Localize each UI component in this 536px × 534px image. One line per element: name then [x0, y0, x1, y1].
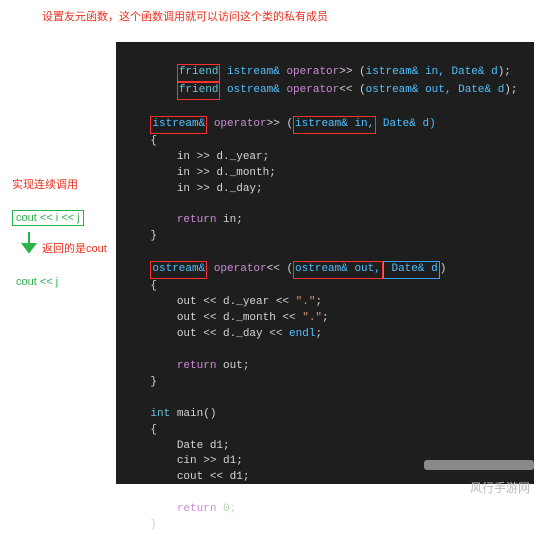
code-line: friend istream& operator>> (istream& in,… — [124, 66, 511, 78]
code-line: in >> d._year; — [124, 151, 269, 163]
code-line: return 0; — [124, 503, 236, 515]
code-line: int main() — [124, 408, 216, 420]
code-line: in >> d._day; — [124, 183, 263, 195]
note-return-cout: 返回的是cout — [42, 240, 107, 256]
code-line: out << d._year << "."; — [124, 296, 322, 308]
arrow-down-icon — [18, 230, 40, 259]
code-line: out << d._day << endl; — [124, 328, 322, 340]
horizontal-scrollbar-thumb[interactable] — [424, 460, 534, 470]
code-line: ostream& operator<< (ostream& out, Date&… — [124, 263, 446, 275]
code-line: return out; — [124, 360, 249, 372]
code-line: out << d._month << "."; — [124, 312, 329, 324]
note-cout-j: cout << j — [16, 276, 58, 288]
code-line: cout << d1; — [124, 471, 249, 483]
code-line: return in; — [124, 214, 243, 226]
watermark-text: 风行手游网 — [470, 479, 530, 496]
note-friend-desc: 设置友元函数，这个函数调用就可以访问这个类的私有成员 — [42, 8, 328, 24]
code-line: in >> d._month; — [124, 167, 276, 179]
note-chain-call: 实现连续调用 — [12, 176, 78, 192]
code-line: Date d1; — [124, 440, 230, 452]
code-editor: friend istream& operator>> (istream& in,… — [116, 42, 534, 484]
code-line: istream& operator>> (istream& in, Date& … — [124, 118, 436, 130]
code-box-chain: cout << i << j — [12, 210, 84, 226]
code-line: cin >> d1; — [124, 455, 243, 467]
code-line: friend ostream& operator<< (ostream& out… — [124, 84, 518, 96]
